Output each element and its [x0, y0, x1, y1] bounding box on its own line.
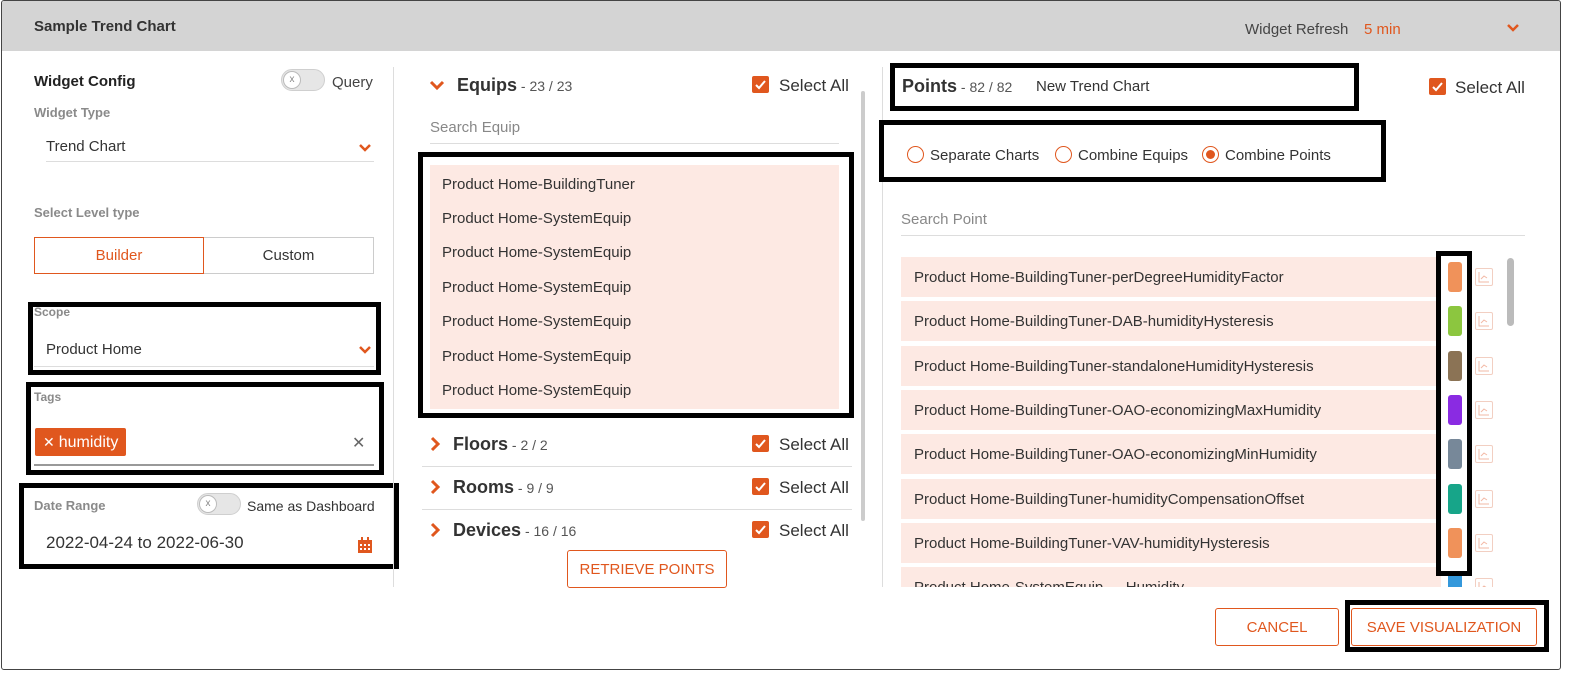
rooms-select-all-label[interactable]: Select All [779, 478, 849, 498]
save-button-highlight-box [1345, 600, 1549, 652]
checkmark-icon [1432, 82, 1443, 92]
cancel-button[interactable]: CANCEL [1215, 608, 1339, 646]
divider [901, 235, 1525, 236]
scope-highlight-box [28, 302, 381, 375]
widget-refresh-label: Widget Refresh [1245, 21, 1349, 38]
point-label: Product Home-BuildingTuner-humidityCompe… [914, 491, 1305, 508]
devices-chevron-right-icon[interactable] [430, 522, 441, 538]
widget-type-label: Widget Type [34, 105, 111, 120]
rooms-select-all-checkbox[interactable] [752, 478, 769, 495]
color-swatch-highlight-box [1436, 251, 1472, 576]
devices-title: Devices - 16 / 16 [453, 520, 576, 541]
builder-button[interactable]: Builder [34, 237, 204, 274]
point-label: Product Home-BuildingTuner-VAV-humidityH… [914, 535, 1270, 552]
widget-type-select[interactable]: Trend Chart [46, 138, 125, 155]
chart-options-highlight-box [879, 120, 1386, 182]
tags-highlight-box [26, 382, 384, 475]
query-toggle[interactable]: x [281, 69, 325, 91]
search-point-input[interactable]: Search Point [901, 211, 987, 228]
refresh-chevron-down-icon[interactable] [1506, 23, 1520, 33]
point-label: Product Home-BuildingTuner-standaloneHum… [914, 358, 1314, 375]
chart-settings-icon[interactable] [1475, 578, 1493, 587]
rooms-title: Rooms - 9 / 9 [453, 477, 554, 498]
equips-title: Equips - 23 / 23 [457, 75, 572, 96]
widget-config-dialog: Sample Trend Chart Widget Refresh 5 min … [1, 0, 1561, 670]
equips-select-all-label[interactable]: Select All [779, 76, 849, 96]
checkmark-icon [755, 439, 766, 449]
widget-config-title: Widget Config [34, 73, 136, 90]
equip-list-highlight-box [418, 152, 854, 418]
chart-settings-icon[interactable] [1475, 445, 1493, 463]
list-item[interactable]: Product Home-BuildingTuner-perDegreeHumi… [901, 257, 1441, 297]
chart-settings-icon[interactable] [1475, 534, 1493, 552]
dialog-header: Sample Trend Chart Widget Refresh 5 min [2, 1, 1560, 51]
equips-chevron-down-icon[interactable] [429, 80, 445, 91]
floors-title-text: Floors [453, 434, 509, 454]
column-divider [393, 67, 394, 587]
list-item[interactable]: Product Home-BuildingTuner-standaloneHum… [901, 346, 1441, 386]
list-item[interactable]: Product Home-BuildingTuner-OAO-economizi… [901, 390, 1441, 430]
devices-count: - 16 / 16 [521, 523, 577, 539]
equips-select-all-checkbox[interactable] [752, 76, 769, 93]
point-label: Product Home-BuildingTuner-perDegreeHumi… [914, 269, 1284, 286]
divider [422, 509, 852, 510]
list-item[interactable]: Product Home-BuildingTuner-humidityCompe… [901, 479, 1441, 519]
floors-select-all-checkbox[interactable] [752, 435, 769, 452]
points-header-highlight-box [890, 63, 1359, 111]
point-label: Product Home-BuildingTuner-OAO-economizi… [914, 402, 1322, 419]
points-list: Product Home-BuildingTuner-perDegreeHumi… [901, 257, 1507, 587]
list-item[interactable]: Product Home-BuildingTuner-OAO-economizi… [901, 434, 1441, 474]
toggle-off-icon: x [283, 71, 301, 89]
chart-settings-icon[interactable] [1475, 401, 1493, 419]
floors-title: Floors - 2 / 2 [453, 434, 548, 455]
rooms-chevron-right-icon[interactable] [430, 479, 441, 495]
search-equip-input[interactable]: Search Equip [430, 119, 520, 136]
points-select-all-label[interactable]: Select All [1455, 78, 1525, 98]
dialog-title: Sample Trend Chart [34, 18, 176, 35]
equips-count: - 23 / 23 [517, 78, 573, 94]
point-label: Product Home-SystemEquip-...-Humidity [914, 579, 1184, 587]
chart-settings-icon[interactable] [1475, 490, 1493, 508]
checkmark-icon [755, 80, 766, 90]
widget-refresh-value[interactable]: 5 min [1364, 21, 1401, 38]
middle-scrollbar[interactable] [861, 91, 865, 521]
chart-settings-icon[interactable] [1475, 312, 1493, 330]
widget-type-chevron-down-icon[interactable] [358, 143, 372, 153]
devices-title-text: Devices [453, 520, 522, 540]
points-select-all-checkbox[interactable] [1429, 78, 1446, 95]
checkmark-icon [755, 525, 766, 535]
floors-chevron-right-icon[interactable] [430, 436, 441, 452]
retrieve-points-button[interactable]: RETRIEVE POINTS [567, 550, 727, 588]
checkmark-icon [755, 482, 766, 492]
divider [422, 466, 852, 467]
chart-settings-icon[interactable] [1475, 268, 1493, 286]
point-label: Product Home-BuildingTuner-OAO-economizi… [914, 446, 1317, 463]
points-scrollbar[interactable] [1507, 258, 1514, 326]
query-label: Query [332, 74, 373, 91]
chart-settings-icon[interactable] [1475, 357, 1493, 375]
list-item[interactable]: Product Home-SystemEquip-...-Humidity [901, 567, 1441, 587]
point-label: Product Home-BuildingTuner-DAB-humidityH… [914, 313, 1274, 330]
floors-count: - 2 / 2 [508, 437, 548, 453]
floors-select-all-label[interactable]: Select All [779, 435, 849, 455]
divider [430, 143, 839, 144]
custom-button[interactable]: Custom [204, 237, 374, 274]
level-type-label: Select Level type [34, 205, 140, 220]
devices-select-all-label[interactable]: Select All [779, 521, 849, 541]
devices-select-all-checkbox[interactable] [752, 521, 769, 538]
rooms-count: - 9 / 9 [514, 480, 554, 496]
rooms-title-text: Rooms [453, 477, 515, 497]
list-item[interactable]: Product Home-BuildingTuner-VAV-humidityH… [901, 523, 1441, 563]
equips-title-text: Equips [457, 75, 518, 95]
list-item[interactable]: Product Home-BuildingTuner-DAB-humidityH… [901, 301, 1441, 341]
date-range-highlight-box [19, 483, 399, 569]
divider [46, 161, 374, 162]
